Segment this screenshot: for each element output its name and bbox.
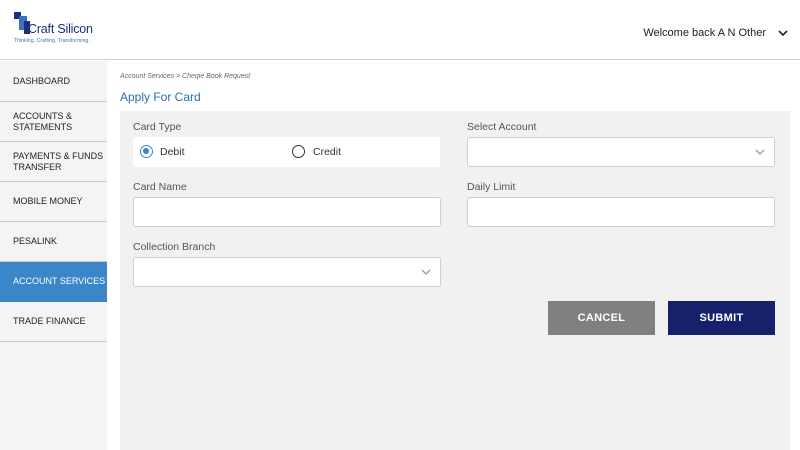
sidebar-item-account-services[interactable]: ACCOUNT SERVICES — [0, 262, 107, 302]
sidebar-item-mobile-money[interactable]: MOBILE MONEY — [0, 182, 107, 222]
sidebar-item-dashboard[interactable]: DASHBOARD — [0, 61, 107, 102]
brand-logo[interactable]: Craft Silicon Thinking. Crafting. Transf… — [14, 12, 104, 48]
card-type-label: Card Type — [133, 121, 182, 133]
chevron-down-icon — [421, 269, 431, 275]
top-header: Craft Silicon Thinking. Crafting. Transf… — [0, 0, 800, 60]
brand-tagline: Thinking. Crafting. Transforming. — [14, 38, 90, 44]
collection-branch-dropdown[interactable] — [133, 257, 441, 287]
select-account-dropdown[interactable] — [467, 137, 775, 167]
page-title: Apply For Card — [120, 90, 201, 104]
daily-limit-label: Daily Limit — [467, 181, 516, 193]
breadcrumb[interactable]: Account Services > Cheqie Book Request — [120, 73, 250, 80]
card-name-input[interactable] — [133, 197, 441, 227]
select-account-label: Select Account — [467, 121, 537, 133]
welcome-user-menu[interactable]: Welcome back A N Other — [643, 27, 766, 39]
radio-credit-label[interactable]: Credit — [313, 146, 341, 158]
daily-limit-input[interactable] — [467, 197, 775, 227]
radio-credit[interactable] — [292, 145, 305, 158]
sidebar: DASHBOARD ACCOUNTS & STATEMENTS PAYMENTS… — [0, 61, 107, 450]
sidebar-item-accounts-statements[interactable]: ACCOUNTS & STATEMENTS — [0, 102, 107, 142]
card-type-radio-group: Debit Credit — [133, 137, 440, 167]
chevron-down-icon — [755, 149, 765, 155]
sidebar-item-trade-finance[interactable]: TRADE FINANCE — [0, 302, 107, 342]
sidebar-item-pesalink[interactable]: PESALINK — [0, 222, 107, 262]
radio-debit-label[interactable]: Debit — [160, 146, 185, 158]
sidebar-item-payments-funds-transfer[interactable]: PAYMENTS & FUNDS TRANSFER — [0, 142, 107, 182]
brand-name: Craft Silicon — [28, 22, 93, 36]
submit-button[interactable]: SUBMIT — [668, 301, 775, 335]
cancel-button[interactable]: CANCEL — [548, 301, 655, 335]
collection-branch-label: Collection Branch — [133, 241, 216, 253]
app-page: Craft Silicon Thinking. Crafting. Transf… — [0, 0, 800, 450]
chevron-down-icon[interactable] — [776, 26, 790, 40]
card-name-label: Card Name — [133, 181, 187, 193]
radio-debit[interactable] — [140, 145, 153, 158]
